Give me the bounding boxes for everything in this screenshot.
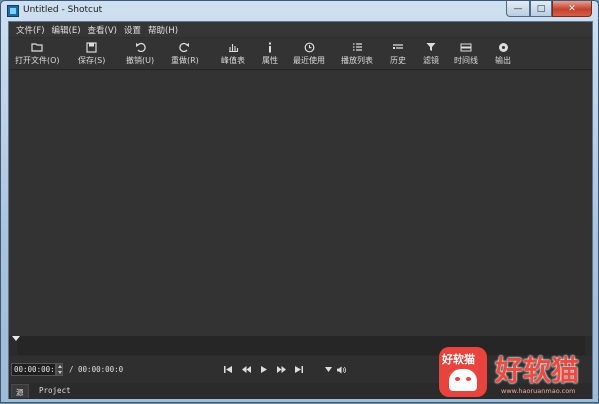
peak-meter-button[interactable]: 峰值表: [221, 41, 245, 66]
window-controls: — □ ✕: [506, 1, 592, 17]
timeline-label: 时间线: [454, 56, 478, 65]
watermark-url: www.haoruanmao.com: [501, 387, 576, 395]
video-preview[interactable]: [9, 71, 592, 336]
export-button[interactable]: 输出: [495, 41, 511, 66]
playlist-label: 播放列表: [341, 56, 373, 65]
tab-project[interactable]: Project: [35, 384, 75, 398]
main-toolbar: 打开文件(O) 保存(S) 撤销(U) 重做(R) 峰值表 属性 最近使用 播放…: [9, 38, 592, 70]
duration-timecode: / 00:00:00:0: [69, 365, 124, 374]
timeline-button[interactable]: 时间线: [454, 41, 478, 66]
filter-icon: [424, 41, 438, 53]
close-button[interactable]: ✕: [552, 1, 592, 17]
menu-bar: 文件(F) 编辑(E) 查看(V) 设置 帮助(H): [9, 22, 592, 37]
recent-label: 最近使用: [293, 56, 325, 65]
playhead-marker-icon[interactable]: [12, 336, 20, 341]
open-file-label: 打开文件(O): [15, 56, 60, 65]
menu-help[interactable]: 帮助(H): [145, 22, 182, 37]
play-button[interactable]: [259, 365, 269, 374]
redo-label: 重做(R): [171, 56, 199, 65]
clock-icon: [302, 41, 316, 53]
peak-meter-icon: [226, 41, 240, 53]
minimize-button[interactable]: —: [506, 1, 530, 17]
position-timecode-input[interactable]: 00:00:00:0: [11, 363, 56, 376]
watermark-brand: 好软猫: [495, 354, 580, 387]
skip-to-end-icon: [295, 366, 303, 373]
timeline-icon: [459, 41, 473, 53]
recent-button[interactable]: 最近使用: [293, 41, 325, 66]
rewind-button[interactable]: [241, 365, 251, 374]
filters-button[interactable]: 滤镜: [423, 41, 439, 66]
undo-icon: [133, 41, 147, 53]
properties-label: 属性: [262, 56, 278, 65]
info-icon: [263, 41, 277, 53]
export-label: 输出: [495, 56, 511, 65]
skip-to-start-icon: [224, 366, 232, 373]
save-button[interactable]: 保存(S): [78, 41, 105, 66]
volume-dropdown-button[interactable]: [323, 365, 333, 374]
menu-edit[interactable]: 编辑(E): [49, 22, 85, 37]
save-label: 保存(S): [78, 56, 106, 65]
volume-button[interactable]: [337, 365, 347, 374]
fast-forward-button[interactable]: [276, 365, 286, 374]
main-area: 文件(F) 编辑(E) 查看(V) 设置 帮助(H) 打开文件(O) 保存(S): [8, 21, 593, 399]
app-window: Untitled - Shotcut — □ ✕ 文件(F) 编辑(E) 查看(…: [0, 0, 599, 403]
fast-forward-icon: [276, 366, 286, 373]
window-title: Untitled - Shotcut: [23, 5, 103, 15]
cat-face-icon: [449, 369, 477, 391]
cat-eye-left: [455, 377, 460, 381]
skip-to-end-button[interactable]: [294, 365, 304, 374]
maximize-button[interactable]: □: [530, 1, 552, 17]
menu-settings[interactable]: 设置: [121, 22, 145, 37]
watermark-logo: 好软猫 好软猫 www.haoruanmao.com: [439, 347, 599, 404]
history-icon: [391, 41, 405, 53]
cat-eye-right: [466, 377, 471, 381]
folder-open-icon: [30, 41, 44, 53]
list-icon: [350, 41, 364, 53]
title-bar[interactable]: Untitled - Shotcut — □ ✕: [1, 1, 598, 21]
redo-button[interactable]: 重做(R): [171, 41, 199, 66]
redo-icon: [178, 41, 192, 53]
save-icon: [85, 41, 99, 53]
history-button[interactable]: 历史: [390, 41, 406, 66]
menu-view[interactable]: 查看(V): [85, 22, 121, 37]
volume-icon: [337, 365, 346, 374]
timecode-spinner[interactable]: [56, 363, 63, 376]
menu-file[interactable]: 文件(F): [13, 22, 49, 37]
chevron-down-icon: [324, 367, 332, 372]
peak-meter-label: 峰值表: [221, 56, 245, 65]
shotcut-app-icon: [7, 5, 19, 17]
undo-button[interactable]: 撤销(U): [126, 41, 154, 66]
watermark-badge: 好软猫: [439, 347, 487, 397]
tab-source[interactable]: 源: [11, 384, 29, 398]
properties-button[interactable]: 属性: [262, 41, 278, 66]
filters-label: 滤镜: [423, 56, 439, 65]
rewind-icon: [241, 366, 251, 373]
history-label: 历史: [390, 56, 406, 65]
export-icon: [496, 41, 510, 53]
undo-label: 撤销(U): [126, 56, 155, 65]
skip-to-start-button[interactable]: [223, 365, 233, 374]
open-file-button[interactable]: 打开文件(O): [15, 41, 60, 66]
play-icon: [261, 366, 267, 373]
watermark-badge-text: 好软猫: [442, 353, 475, 366]
playlist-button[interactable]: 播放列表: [341, 41, 373, 66]
